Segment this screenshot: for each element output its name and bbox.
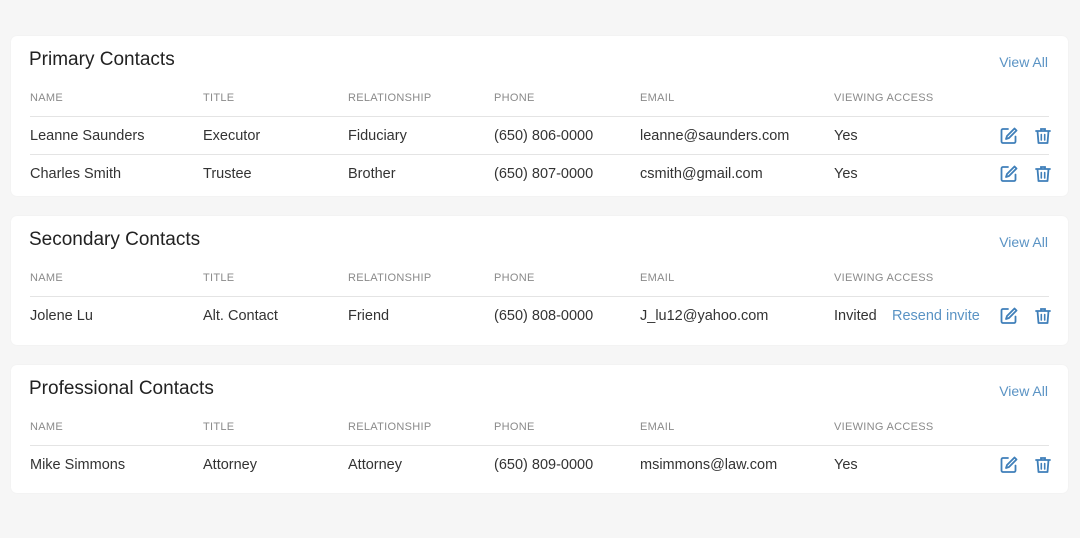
contact-phone: (650) 807-0000 [494, 166, 594, 182]
header-relationship: RELATIONSHIP [348, 421, 432, 433]
contact-email: msimmons@law.com [640, 457, 778, 473]
trash-icon[interactable] [1033, 306, 1053, 326]
header-email: EMAIL [640, 421, 675, 433]
header-title: TITLE [203, 421, 235, 433]
view-all-link[interactable]: View All [999, 54, 1048, 70]
primary-contacts-card: Primary Contacts View All NAME TITLE REL… [11, 36, 1068, 196]
header-email: EMAIL [640, 272, 675, 284]
header-relationship: RELATIONSHIP [348, 92, 432, 104]
secondary-contacts-card: Secondary Contacts View All NAME TITLE R… [11, 216, 1068, 345]
trash-icon[interactable] [1033, 126, 1053, 146]
header-title: TITLE [203, 272, 235, 284]
table-row: Charles Smith Trustee Brother (650) 807-… [30, 155, 1051, 193]
contact-email: csmith@gmail.com [640, 166, 763, 182]
contact-relationship: Attorney [348, 457, 402, 473]
contact-title: Executor [203, 128, 261, 144]
contact-viewing-access: Yes [834, 457, 858, 473]
table-header: NAME TITLE RELATIONSHIP PHONE EMAIL VIEW… [30, 81, 1049, 117]
contact-title: Trustee [203, 166, 252, 182]
contact-email: leanne@saunders.com [640, 128, 790, 144]
contact-relationship: Brother [348, 166, 396, 182]
section-title: Secondary Contacts [29, 229, 201, 250]
contact-phone: (650) 809-0000 [494, 457, 594, 473]
table-row: Jolene Lu Alt. Contact Friend (650) 808-… [30, 297, 1051, 335]
section-title: Primary Contacts [29, 49, 175, 70]
header-viewing-access: VIEWING ACCESS [834, 272, 934, 284]
table-row: Mike Simmons Attorney Attorney (650) 809… [30, 446, 1051, 484]
header-viewing-access: VIEWING ACCESS [834, 421, 934, 433]
edit-icon[interactable] [999, 164, 1019, 184]
contact-viewing-access: Invited [834, 308, 877, 324]
header-name: NAME [30, 421, 63, 433]
contacts-table: NAME TITLE RELATIONSHIP PHONE EMAIL VIEW… [30, 81, 1051, 193]
trash-icon[interactable] [1033, 455, 1053, 475]
table-row: Leanne Saunders Executor Fiduciary (650)… [30, 117, 1051, 155]
view-all-link[interactable]: View All [999, 383, 1048, 399]
header-title: TITLE [203, 92, 235, 104]
table-header: NAME TITLE RELATIONSHIP PHONE EMAIL VIEW… [30, 261, 1049, 297]
table-header: NAME TITLE RELATIONSHIP PHONE EMAIL VIEW… [30, 410, 1049, 446]
header-relationship: RELATIONSHIP [348, 272, 432, 284]
contact-viewing-access: Yes [834, 128, 858, 144]
edit-icon[interactable] [999, 126, 1019, 146]
contact-title: Alt. Contact [203, 308, 278, 324]
contact-phone: (650) 806-0000 [494, 128, 594, 144]
contact-relationship: Friend [348, 308, 390, 324]
contact-email: J_lu12@yahoo.com [640, 308, 769, 324]
contact-phone: (650) 808-0000 [494, 308, 594, 324]
contact-name: Mike Simmons [30, 457, 126, 473]
contact-title: Attorney [203, 457, 257, 473]
view-all-link[interactable]: View All [999, 234, 1048, 250]
contact-name: Leanne Saunders [30, 128, 145, 144]
header-phone: PHONE [494, 421, 535, 433]
edit-icon[interactable] [999, 455, 1019, 475]
header-phone: PHONE [494, 92, 535, 104]
header-email: EMAIL [640, 92, 675, 104]
trash-icon[interactable] [1033, 164, 1053, 184]
contact-name: Jolene Lu [30, 308, 93, 324]
contact-relationship: Fiduciary [348, 128, 407, 144]
header-name: NAME [30, 92, 63, 104]
edit-icon[interactable] [999, 306, 1019, 326]
header-phone: PHONE [494, 272, 535, 284]
professional-contacts-card: Professional Contacts View All NAME TITL… [11, 365, 1068, 493]
contact-name: Charles Smith [30, 166, 122, 182]
resend-invite-link[interactable]: Resend invite [892, 308, 980, 324]
contacts-table: NAME TITLE RELATIONSHIP PHONE EMAIL VIEW… [30, 410, 1051, 484]
header-name: NAME [30, 272, 63, 284]
header-viewing-access: VIEWING ACCESS [834, 92, 934, 104]
contacts-table: NAME TITLE RELATIONSHIP PHONE EMAIL VIEW… [30, 261, 1051, 335]
section-title: Professional Contacts [29, 378, 214, 399]
contact-viewing-access: Yes [834, 166, 858, 182]
